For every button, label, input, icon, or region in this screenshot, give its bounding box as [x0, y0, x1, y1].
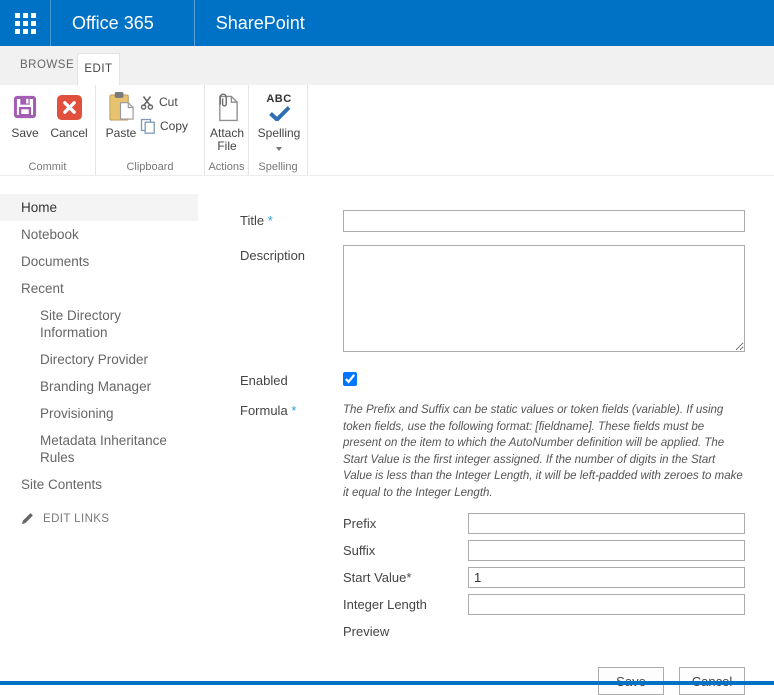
ribbon-group-commit: Save Cancel Commit	[0, 85, 96, 175]
sidebar-item-directory-provider[interactable]: Directory Provider	[0, 346, 190, 373]
suite-app-title[interactable]: SharePoint	[216, 13, 305, 34]
bottom-accent-strip	[0, 681, 774, 685]
cancel-ribbon-button[interactable]: Cancel	[48, 89, 90, 140]
sidebar-item-metadata-inheritance-rules[interactable]: Metadata Inheritance Rules	[0, 427, 190, 471]
pencil-icon	[21, 512, 34, 525]
description-row: Description	[240, 245, 745, 357]
integer-length-input[interactable]	[468, 594, 745, 615]
suite-brand[interactable]: Office 365	[72, 13, 154, 34]
suffix-input[interactable]	[468, 540, 745, 561]
waffle-icon	[15, 13, 36, 34]
integer-length-label: Integer Length	[343, 594, 468, 615]
spelling-dropdown-caret	[276, 147, 282, 151]
ribbon-group-actions: Attach File Actions	[205, 85, 249, 175]
suite-divider	[194, 0, 195, 46]
left-nav: Home Notebook Documents Recent Site Dire…	[0, 194, 205, 525]
required-asterisk: *	[291, 403, 296, 418]
group-label-clipboard: Clipboard	[96, 161, 204, 173]
description-label: Description	[240, 245, 343, 357]
title-input[interactable]	[343, 210, 745, 232]
formula-row: Formula * The Prefix and Suffix can be s…	[240, 400, 745, 645]
save-ribbon-button[interactable]: Save	[5, 89, 45, 140]
sidebar-item-site-contents[interactable]: Site Contents	[0, 471, 198, 498]
preview-label: Preview	[343, 621, 468, 639]
start-value-row: Start Value*	[343, 567, 745, 588]
edit-links-button[interactable]: EDIT LINKS	[21, 512, 205, 525]
preview-row: Preview	[343, 621, 745, 639]
group-label-commit: Commit	[0, 161, 95, 173]
start-value-input[interactable]	[468, 567, 745, 588]
sidebar-item-provisioning[interactable]: Provisioning	[0, 400, 190, 427]
cut-button[interactable]: Cut	[140, 92, 188, 112]
prefix-row: Prefix	[343, 513, 745, 534]
group-label-spelling: Spelling	[249, 161, 307, 173]
suffix-row: Suffix	[343, 540, 745, 561]
paste-button[interactable]: Paste	[103, 89, 139, 140]
enabled-checkbox[interactable]	[343, 372, 357, 386]
sidebar-item-notebook[interactable]: Notebook	[0, 221, 198, 248]
title-row: Title *	[240, 210, 745, 232]
enabled-row: Enabled	[240, 370, 745, 391]
cut-icon	[140, 95, 155, 110]
suffix-label: Suffix	[343, 540, 468, 561]
attach-file-icon	[207, 89, 247, 125]
ribbon-group-spelling: ABC Spelling Spelling	[249, 85, 308, 175]
save-icon	[5, 89, 45, 125]
sidebar-item-branding-manager[interactable]: Branding Manager	[0, 373, 190, 400]
formula-label: Formula *	[240, 400, 343, 645]
copy-icon	[140, 118, 156, 134]
sidebar-item-recent[interactable]: Recent	[0, 275, 198, 302]
suite-bar: Office 365 SharePoint	[0, 0, 774, 46]
tab-edit[interactable]: EDIT	[77, 53, 120, 86]
copy-button[interactable]: Copy	[140, 116, 188, 136]
formula-help-text: The Prefix and Suffix can be static valu…	[343, 402, 745, 501]
sidebar-item-home[interactable]: Home	[0, 194, 198, 221]
attach-file-button[interactable]: Attach File	[207, 89, 247, 153]
integer-length-row: Integer Length	[343, 594, 745, 615]
spelling-button[interactable]: ABC Spelling	[257, 89, 301, 154]
prefix-label: Prefix	[343, 513, 468, 534]
paste-icon	[103, 89, 139, 125]
tab-browse[interactable]: BROWSE	[20, 46, 74, 85]
ribbon-tab-row: BROWSE EDIT	[0, 46, 774, 85]
sidebar-item-site-directory-information[interactable]: Site Directory Information	[0, 302, 190, 346]
sidebar-item-documents[interactable]: Documents	[0, 248, 198, 275]
enabled-label: Enabled	[240, 370, 343, 391]
ribbon-group-clipboard: Paste Cut Copy Clipboard	[96, 85, 205, 175]
title-label: Title *	[240, 210, 343, 232]
spelling-icon: ABC	[257, 89, 301, 125]
form-content: Title * Description Enabled Formula * Th…	[240, 210, 745, 695]
cancel-icon	[48, 89, 90, 125]
start-value-label: Start Value*	[343, 567, 468, 588]
app-launcher-button[interactable]	[0, 0, 51, 46]
group-label-actions: Actions	[205, 161, 248, 173]
description-textarea[interactable]	[343, 245, 745, 352]
prefix-input[interactable]	[468, 513, 745, 534]
ribbon: Save Cancel Commit Paste	[0, 85, 774, 176]
required-asterisk: *	[268, 213, 273, 228]
